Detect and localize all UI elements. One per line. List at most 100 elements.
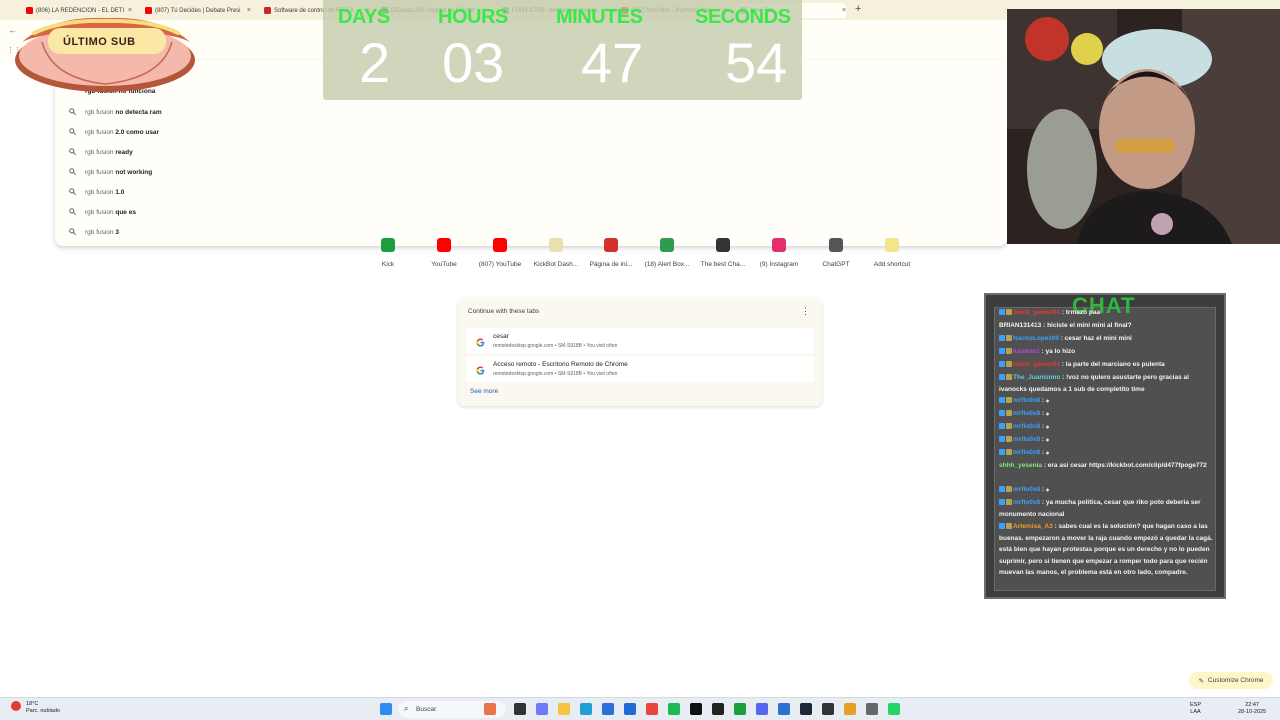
shortcut-tile[interactable]: KickBot Dash... bbox=[528, 238, 584, 268]
store-icon[interactable] bbox=[602, 703, 614, 715]
shortcut-label: (807) YouTube bbox=[478, 261, 522, 268]
discord-icon[interactable] bbox=[756, 703, 768, 715]
gifter-badge-icon bbox=[1006, 436, 1012, 443]
shortcut-tile[interactable]: (18) Alert Box... bbox=[639, 238, 695, 268]
chat-message: mrflo0x8 : ya mucha politica, cesar que … bbox=[999, 497, 1215, 520]
chat-message: mrflo0x8 : ⁎ bbox=[999, 421, 1215, 433]
hotdog-icon bbox=[15, 17, 195, 92]
customize-chrome-button[interactable]: ✎ Customize Chrome bbox=[1189, 672, 1273, 689]
suggestion-prefix: rgb fusion bbox=[85, 189, 114, 196]
seconds-value: 54 bbox=[725, 31, 788, 94]
gifter-badge-icon bbox=[1006, 523, 1012, 530]
terminal-icon[interactable] bbox=[712, 703, 724, 715]
clock[interactable]: 22:47 28-10-2025 bbox=[1238, 702, 1266, 716]
subscriber-badge-icon bbox=[999, 335, 1005, 342]
chrome-icon[interactable] bbox=[646, 703, 658, 715]
language-indicator[interactable]: ESP LAA bbox=[1190, 702, 1201, 716]
chat-username: black_gamer04 bbox=[1013, 361, 1060, 368]
shortcut-tile[interactable]: The best Cha... bbox=[695, 238, 751, 268]
chat-username: BRIAN131413 bbox=[999, 322, 1042, 329]
shortcut-icon bbox=[716, 238, 730, 252]
suggestion-row[interactable]: rgb fusion 3 bbox=[69, 228, 119, 237]
whatsapp-icon[interactable] bbox=[888, 703, 900, 715]
subscriber-badge-icon bbox=[999, 348, 1005, 355]
shortcut-label: Kick bbox=[381, 261, 395, 268]
suggestion-text: rgb fusion 1.0 bbox=[85, 189, 124, 196]
shortcut-tile[interactable]: (9) Instagram bbox=[751, 238, 807, 268]
more-options-icon[interactable]: ⋮ bbox=[801, 306, 810, 317]
console-icon[interactable] bbox=[822, 703, 834, 715]
continue-tab-row[interactable]: Acceso remoto - Escritorio Remoto de Chr… bbox=[466, 356, 814, 382]
subscriber-badge-icon bbox=[999, 486, 1005, 493]
outlook-icon[interactable] bbox=[624, 703, 636, 715]
shortcut-icon bbox=[549, 238, 563, 252]
subscriber-badge-icon bbox=[999, 449, 1005, 456]
shortcut-tile[interactable]: Kick bbox=[360, 238, 416, 268]
shortcut-label: (18) Alert Box... bbox=[644, 261, 690, 268]
chat-text: : cesar haz el mini mini bbox=[1060, 335, 1132, 342]
chat-text: : era asi cesar https://kickbot.com/clip… bbox=[1043, 462, 1207, 469]
folder-icon[interactable] bbox=[844, 703, 856, 715]
steam-icon[interactable] bbox=[800, 703, 812, 715]
shortcut-label: Página de ini... bbox=[589, 261, 633, 268]
gifter-badge-icon bbox=[1006, 449, 1012, 456]
suggestion-row[interactable]: rgb fusion 2.0 como usar bbox=[69, 128, 159, 137]
shortcut-label: Add shortcut bbox=[873, 261, 911, 268]
windows-start-icon[interactable] bbox=[380, 703, 392, 715]
see-more-link[interactable]: See more bbox=[470, 388, 498, 395]
subscriber-badge-icon bbox=[999, 361, 1005, 368]
edge-icon[interactable] bbox=[580, 703, 592, 715]
suggestion-prefix: rgb fusion bbox=[85, 229, 114, 236]
chat-text: : ⁎ bbox=[1041, 436, 1050, 443]
tiktok-icon[interactable] bbox=[690, 703, 702, 715]
suggestion-row[interactable]: rgb fusion 1.0 bbox=[69, 188, 124, 197]
seconds-label: SECONDS bbox=[695, 6, 791, 28]
chat-message: shhh_yesenia : era asi cesar https://kic… bbox=[999, 460, 1215, 472]
shortcut-tile[interactable]: YouTube bbox=[416, 238, 472, 268]
new-tab-button[interactable]: + bbox=[855, 3, 861, 15]
suggestion-completion: 3 bbox=[115, 229, 119, 236]
shortcut-tile[interactable]: (807) YouTube bbox=[472, 238, 528, 268]
search-icon: ⌕ bbox=[404, 704, 409, 713]
tab-close-icon[interactable]: × bbox=[247, 7, 251, 14]
lang-top: ESP bbox=[1190, 702, 1202, 708]
copilot-icon[interactable] bbox=[536, 703, 548, 715]
chat-message: luisitoo1 : ya lo hizo bbox=[999, 346, 1215, 358]
spotify-icon[interactable] bbox=[668, 703, 680, 715]
suggestion-row[interactable]: rgb fusion not working bbox=[69, 168, 152, 177]
shortcut-icon bbox=[381, 238, 395, 252]
photos-icon[interactable] bbox=[778, 703, 790, 715]
continue-tab-title: cesar bbox=[493, 333, 509, 340]
suggestion-row[interactable]: rgb fusion ready bbox=[69, 148, 133, 157]
tab-close-icon[interactable]: × bbox=[842, 7, 846, 14]
chat-text: : ⁎ bbox=[1041, 486, 1050, 493]
chat-text: : ⁎ bbox=[1041, 423, 1050, 430]
subscriber-badge-icon bbox=[999, 309, 1005, 316]
suggestion-row[interactable]: rgb fusion que es bbox=[69, 208, 136, 217]
kick-icon[interactable] bbox=[734, 703, 746, 715]
continue-tab-subtitle: remotedesktop.google.com • SM-S918B • Yo… bbox=[493, 371, 618, 377]
shortcut-icon bbox=[772, 238, 786, 252]
continue-tabs-card: Continue with these tabs ⋮ cesar remotede… bbox=[458, 298, 822, 406]
task-view-icon[interactable] bbox=[514, 703, 526, 715]
file-explorer-icon[interactable] bbox=[558, 703, 570, 715]
widgets-icon[interactable] bbox=[484, 703, 496, 715]
chat-text: : ⁎ bbox=[1041, 397, 1050, 404]
chat-message: NachoLopez69 : cesar haz el mini mini bbox=[999, 333, 1215, 345]
card-title: Continue with these tabs bbox=[468, 308, 540, 315]
continue-tab-row[interactable]: cesar remotedesktop.google.com • SM-S918B… bbox=[466, 328, 814, 354]
chat-text: : ⁎ bbox=[1041, 449, 1050, 456]
chat-username: mrflo0x8 bbox=[1013, 436, 1041, 443]
suggestion-prefix: rgb fusion bbox=[85, 149, 114, 156]
suggestion-prefix: rgb fusion bbox=[85, 169, 114, 176]
shortcut-tile[interactable]: Página de ini... bbox=[583, 238, 639, 268]
google-icon bbox=[475, 335, 486, 347]
chat-username: Artemisa_A3 bbox=[1013, 523, 1053, 530]
shortcut-icon bbox=[493, 238, 507, 252]
shortcut-tile[interactable]: ChatGPT bbox=[808, 238, 864, 268]
settings-icon[interactable] bbox=[866, 703, 878, 715]
suggestion-row[interactable]: rgb fusion no detecta ram bbox=[69, 108, 162, 117]
search-icon bbox=[69, 188, 76, 197]
chat-username: shhh_yesenia bbox=[999, 462, 1042, 469]
shortcut-tile[interactable]: Add shortcut bbox=[864, 238, 920, 268]
